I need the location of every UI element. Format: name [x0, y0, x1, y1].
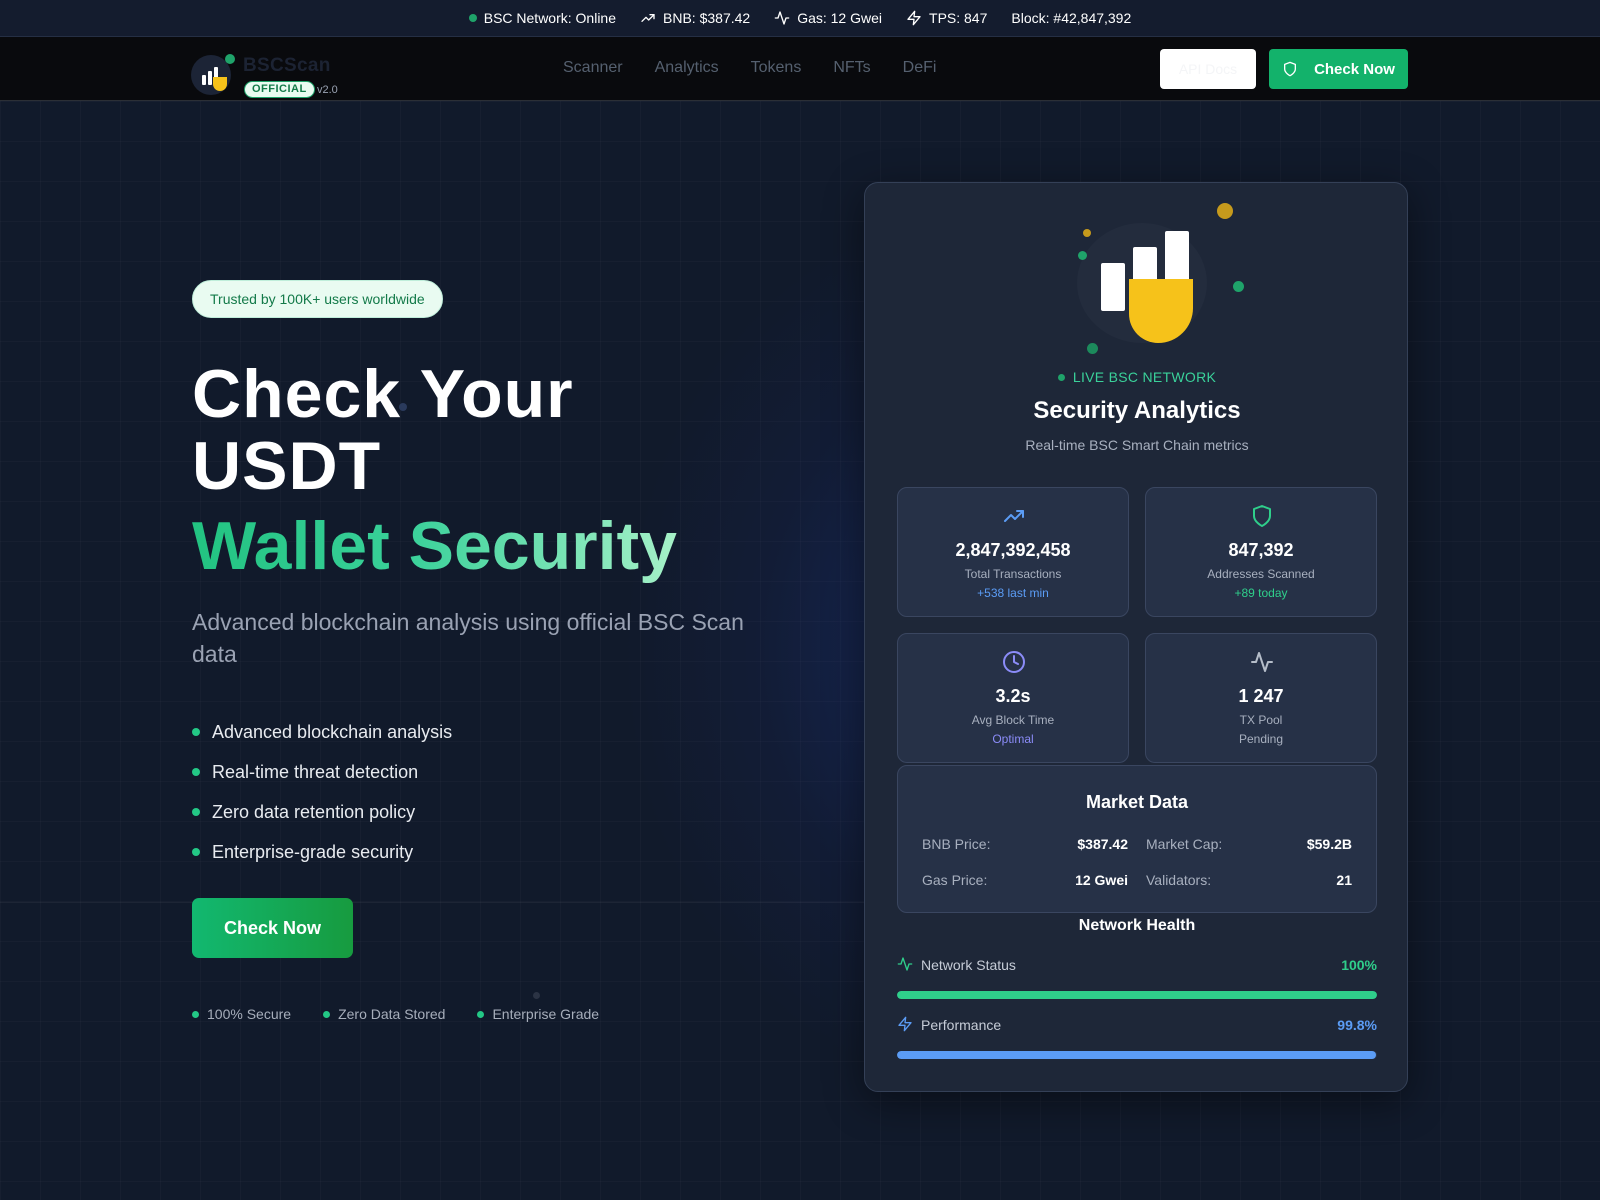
network-status-fill: [897, 991, 1377, 999]
market-data-title: Market Data: [1085, 792, 1189, 812]
trust-indicators: 100% Secure Zero Data Stored Enterprise …: [192, 1006, 599, 1022]
logo[interactable]: BSCScan OFFICIAL v2.0: [191, 47, 361, 98]
hero-check-now-button[interactable]: Check Now: [192, 898, 353, 958]
trust-item-enterprise: Enterprise Grade: [477, 1006, 599, 1022]
hero-title-accent: Wallet Security: [192, 508, 677, 584]
performance-progress: [897, 1051, 1377, 1059]
list-item: Advanced blockchain analysis: [192, 712, 452, 752]
nav-link-defi[interactable]: DeFi: [903, 59, 937, 77]
metric-total-transactions: 2,847,392,458 Total Transactions +538 la…: [897, 487, 1129, 617]
ticker-network-status: BSC Network: Online: [468, 10, 616, 26]
lightning-icon: [898, 1016, 912, 1032]
hero-title: Check Your USDT: [192, 358, 574, 502]
trust-item-secure: 100% Secure: [192, 1006, 291, 1022]
performance-fill: [897, 1051, 1377, 1059]
market-validators: Validators: 21: [1146, 872, 1352, 888]
metric-addresses-scanned: 847,392 Addresses Scanned +89 today: [1145, 487, 1377, 617]
clock-icon: [1003, 651, 1025, 673]
shield-icon: [1253, 505, 1271, 527]
network-ticker: BSC Network: Online BNB: $387.42 Gas: 12…: [0, 0, 1600, 37]
logo-status-dot: [225, 54, 235, 64]
nav-check-now-button[interactable]: Check Now: [1269, 49, 1408, 89]
activity-icon: [897, 957, 913, 971]
decorative-dot: [533, 992, 540, 999]
activity-icon: [1251, 652, 1273, 672]
list-item: Real-time threat detection: [192, 752, 452, 792]
ticker-bnb-price: BNB: $387.42: [640, 10, 750, 26]
ticker-tps: TPS: 847: [906, 10, 987, 26]
nav-links: Scanner Analytics Tokens NFTs DeFi: [563, 59, 936, 77]
bullet-dot: [192, 768, 200, 776]
hero-title-line2: USDT: [192, 428, 382, 504]
ticker-gas: Gas: 12 Gwei: [774, 10, 882, 26]
analytics-illustration: [1045, 201, 1245, 361]
api-docs-button[interactable]: API Docs: [1160, 49, 1256, 89]
trending-up-icon: [641, 14, 655, 22]
nav-link-tokens[interactable]: Tokens: [751, 59, 802, 77]
ticker-block: Block: #42,847,392: [1011, 10, 1132, 26]
nav-link-scanner[interactable]: Scanner: [563, 59, 623, 77]
bullet-dot: [192, 728, 200, 736]
logo-name: BSCScan: [243, 55, 331, 76]
background-divider: [0, 902, 864, 903]
activity-icon: [774, 11, 790, 25]
top-navbar: BSCScan OFFICIAL v2.0 Scanner Analytics …: [0, 37, 1600, 101]
logo-version: v2.0: [317, 84, 338, 96]
shield-icon: [1129, 279, 1193, 343]
metric-avg-block-time: 3.2s Avg Block Time Optimal: [897, 633, 1129, 763]
network-health-title: Network Health: [1078, 917, 1196, 934]
hero-subtitle: Advanced blockchain analysis using offic…: [192, 609, 744, 667]
hero-title-line1: Check Your: [192, 356, 574, 432]
nav-link-nfts[interactable]: NFTs: [833, 59, 870, 77]
list-item: Enterprise-grade security: [192, 832, 452, 872]
market-cap: Market Cap: $59.2B: [1146, 836, 1352, 852]
card-title: Security Analytics: [1033, 397, 1241, 424]
market-gas-price: Gas Price: 12 Gwei: [922, 872, 1128, 888]
lightning-icon: [907, 10, 921, 26]
metric-tx-pool: 1 247 TX Pool Pending: [1145, 633, 1377, 763]
bullet-dot: [192, 848, 200, 856]
market-data-panel: Market Data BNB Price: $387.42 Market Ca…: [897, 765, 1377, 913]
health-performance: Performance 99.8%: [897, 1015, 1377, 1035]
health-network-status: Network Status 100%: [897, 955, 1377, 975]
bullet-dot: [192, 808, 200, 816]
network-status-progress: [897, 991, 1377, 999]
live-dot: [1057, 373, 1065, 381]
trending-up-icon: [1004, 510, 1024, 522]
live-network-label: LIVE BSC NETWORK: [865, 369, 1409, 385]
market-bnb-price: BNB Price: $387.42: [922, 836, 1128, 852]
card-subtitle: Real-time BSC Smart Chain metrics: [1025, 437, 1249, 453]
security-analytics-card: LIVE BSC NETWORK Security Analytics Real…: [864, 182, 1408, 1092]
list-item: Zero data retention policy: [192, 792, 452, 832]
trust-item-zero-data: Zero Data Stored: [323, 1006, 445, 1022]
trust-badge: Trusted by 100K+ users worldwide: [192, 280, 443, 318]
feature-list: Advanced blockchain analysis Real-time t…: [192, 712, 452, 872]
shield-icon: [1284, 61, 1297, 77]
nav-link-analytics[interactable]: Analytics: [655, 59, 719, 77]
official-badge: OFFICIAL: [244, 81, 315, 98]
online-status-dot: [468, 14, 477, 22]
